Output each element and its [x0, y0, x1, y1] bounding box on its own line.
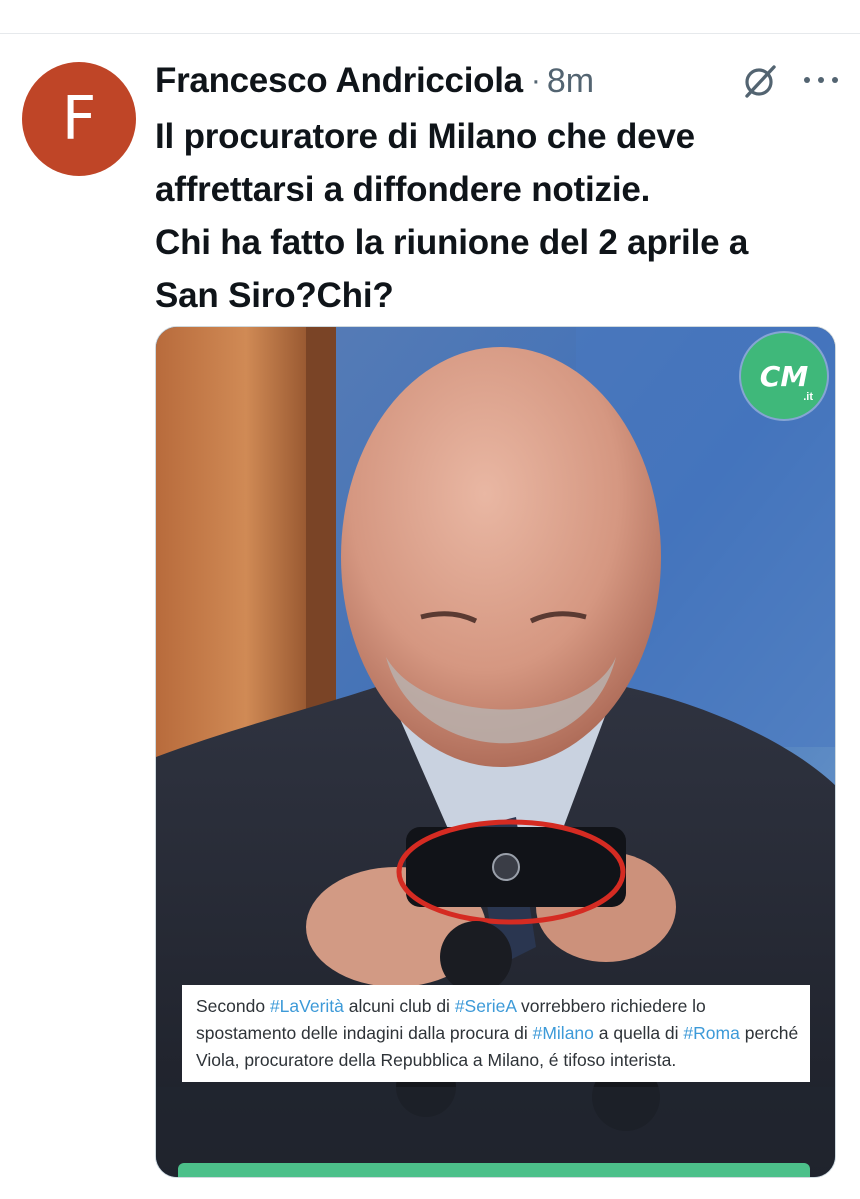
caption-hashtag: #SerieA — [454, 996, 517, 1016]
top-divider — [0, 33, 860, 34]
tweet-media[interactable]: CM .it Secondo #LaVerità alcuni club di … — [155, 326, 836, 1178]
tweet-text-line: Il procuratore di Milano che deve — [155, 117, 695, 156]
tweet-text-line: affrettarsi a diffondere notizie. — [155, 170, 651, 209]
avatar-letter: F — [61, 84, 97, 154]
caption-text: Secondo — [196, 996, 270, 1016]
more-dot — [832, 77, 838, 83]
more-icon[interactable] — [804, 70, 838, 90]
cm-logo: CM .it — [741, 333, 827, 419]
more-dot — [818, 77, 824, 83]
tweet-header: Francesco Andricciola · 8m — [155, 58, 594, 104]
cm-logo-text: CM — [759, 359, 809, 393]
caption-text: a quella di — [593, 1023, 684, 1043]
image-caption: Secondo #LaVerità alcuni club di #SerieA… — [182, 985, 810, 1082]
grok-icon[interactable] — [741, 62, 779, 100]
timestamp[interactable]: 8m — [547, 62, 594, 101]
caption-hashtag: #Roma — [683, 1023, 740, 1043]
avatar[interactable]: F — [22, 62, 136, 176]
caption-hashtag: #Milano — [532, 1023, 594, 1043]
caption-hashtag: #LaVerità — [269, 996, 344, 1016]
cm-logo-suffix: .it — [803, 391, 813, 403]
separator-dot: · — [530, 64, 541, 97]
media-bottom-strip — [178, 1163, 810, 1177]
author-name[interactable]: Francesco Andricciola — [155, 61, 523, 101]
tweet-text-line: San Siro?Chi? — [155, 276, 394, 315]
more-dot — [804, 77, 810, 83]
tweet-text: Il procuratore di Milano che deve affret… — [155, 110, 845, 322]
tweet-text-line: Chi ha fatto la riunione del 2 aprile a — [155, 223, 749, 262]
caption-text: alcuni club di — [343, 996, 455, 1016]
